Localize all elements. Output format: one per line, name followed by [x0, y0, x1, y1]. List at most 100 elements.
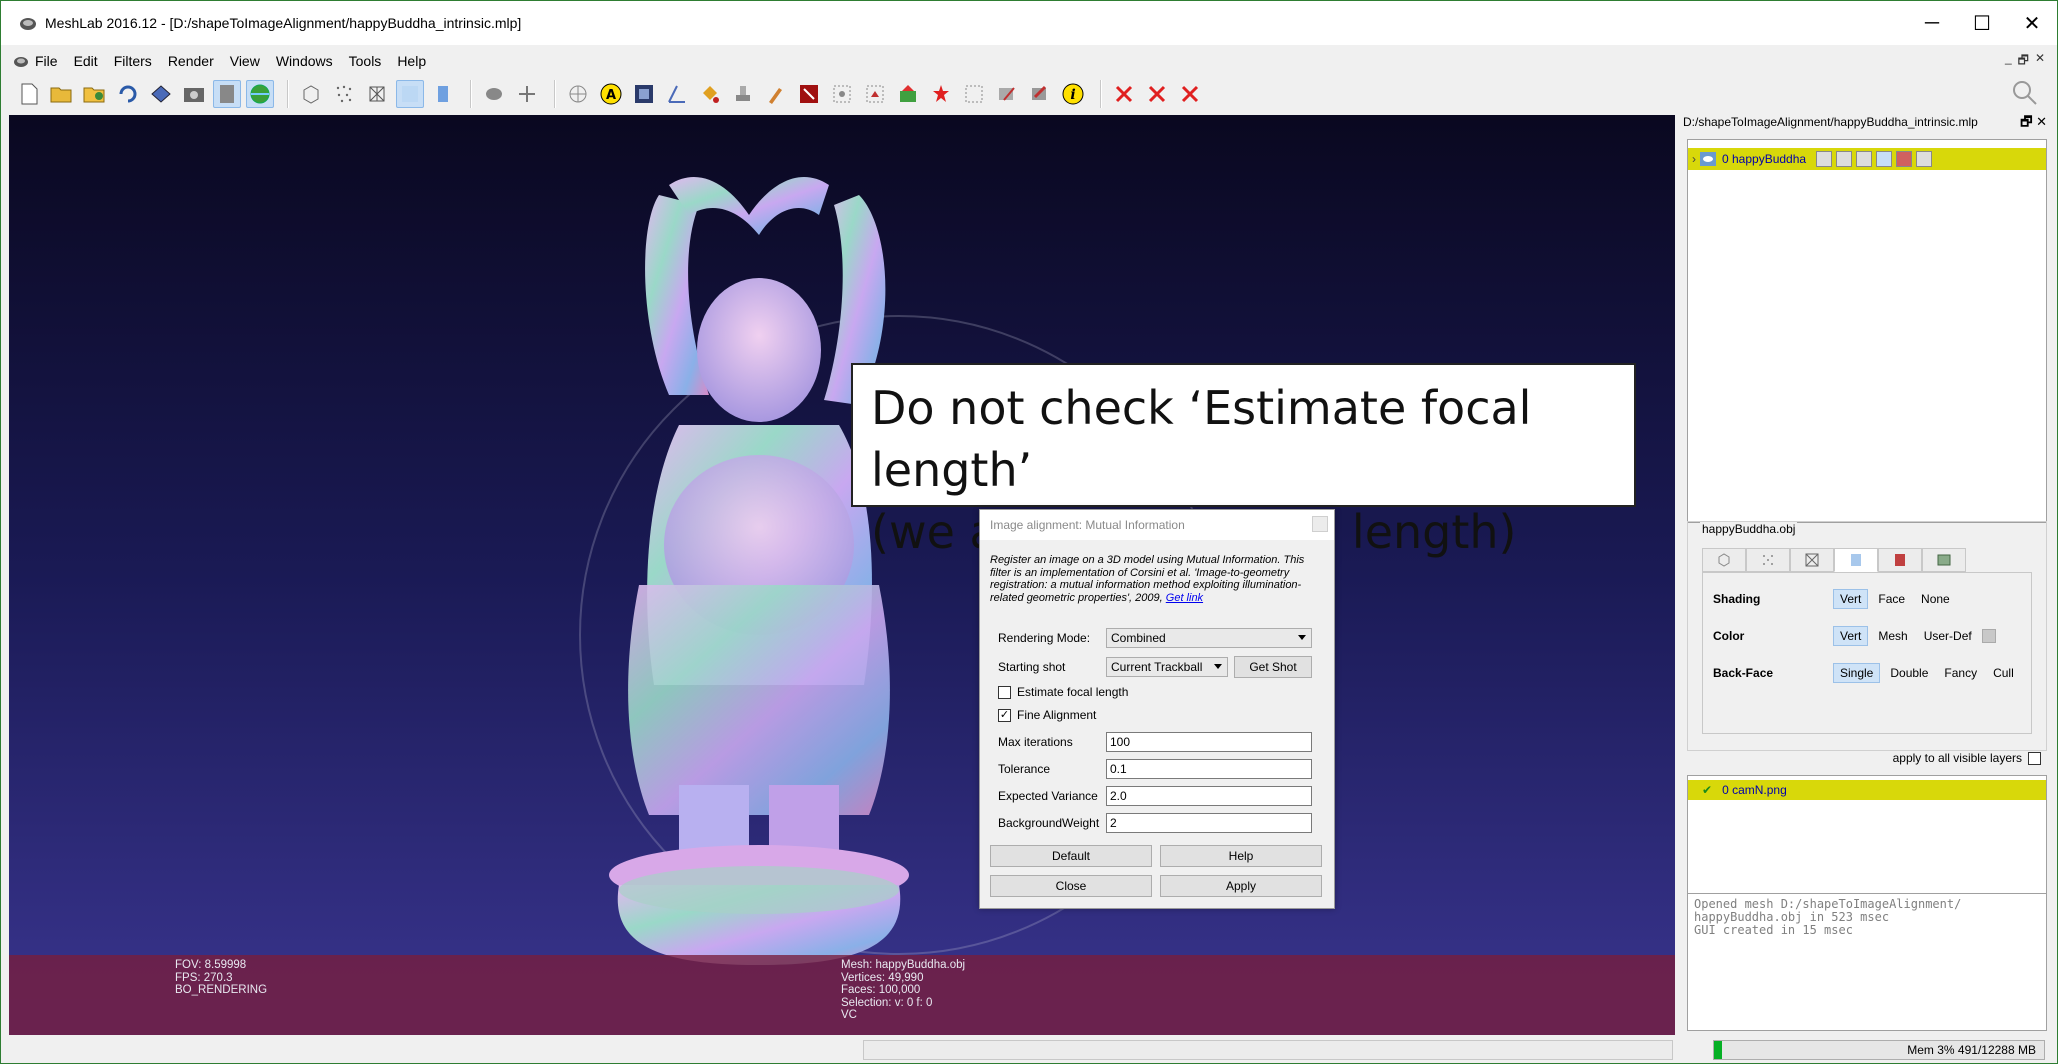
paint-bucket-icon[interactable] [696, 80, 724, 108]
minimize-button[interactable]: ─ [1907, 1, 1957, 45]
maximize-button[interactable]: ☐ [1957, 1, 2007, 45]
color-user-def-option[interactable]: User-Def [1918, 627, 1978, 645]
import-mesh-icon[interactable] [81, 80, 109, 108]
search-icon[interactable] [2011, 79, 2039, 107]
smooth-shading-icon[interactable] [429, 80, 457, 108]
eye-icon[interactable] [1700, 152, 1716, 166]
backface-fancy-option[interactable]: Fancy [1938, 664, 1983, 682]
mdi-restore-button[interactable]: 🗗 [2018, 51, 2029, 72]
box-layer-icon[interactable] [1916, 151, 1933, 167]
shading-vert-option[interactable]: Vert [1833, 589, 1869, 609]
menu-edit[interactable]: Edit [74, 53, 98, 69]
backface-single-option[interactable]: Single [1833, 663, 1881, 683]
texture-layer-icon[interactable] [1896, 151, 1913, 167]
tab-points-icon[interactable] [1746, 548, 1790, 572]
flat-shading-icon[interactable] [396, 80, 424, 108]
apply-all-checkbox[interactable] [2028, 751, 2041, 765]
menu-file[interactable]: File [35, 53, 58, 69]
select-vertices-icon[interactable] [828, 80, 856, 108]
color-mesh-option[interactable]: Mesh [1872, 627, 1913, 645]
tab-bbox-icon[interactable] [1702, 548, 1746, 572]
select-connected-icon[interactable] [861, 80, 889, 108]
menu-filters[interactable]: Filters [114, 53, 152, 69]
menu-windows[interactable]: Windows [276, 53, 333, 69]
trackball-icon[interactable] [564, 80, 592, 108]
annotation-a-icon[interactable]: A [597, 80, 625, 108]
shading-none-option[interactable]: None [1915, 590, 1956, 608]
snapshot-icon[interactable] [180, 80, 208, 108]
edit-raster-icon[interactable] [993, 80, 1021, 108]
select-faces-icon[interactable] [795, 80, 823, 108]
wireframe-icon[interactable] [363, 80, 391, 108]
background-weight-input[interactable]: 2 [1106, 813, 1312, 833]
rendering-mode-select[interactable]: Combined [1106, 628, 1312, 648]
get-shot-button[interactable]: Get Shot [1234, 656, 1312, 678]
get-link[interactable]: Get link [1166, 592, 1203, 604]
document-icon[interactable] [13, 53, 29, 69]
shade-layer-icon[interactable] [1876, 151, 1893, 167]
tab-solid-icon[interactable] [1834, 548, 1878, 572]
brush-icon[interactable] [762, 80, 790, 108]
menu-tools[interactable]: Tools [349, 53, 382, 69]
help-button[interactable]: Help [1160, 845, 1322, 867]
menu-view[interactable]: View [230, 53, 260, 69]
estimate-focal-checkbox[interactable] [998, 685, 1011, 699]
stamp-icon[interactable] [729, 80, 757, 108]
georef-icon[interactable] [927, 80, 955, 108]
raster-layer-row[interactable]: ✔ 0 camN.png [1688, 780, 2046, 800]
max-iterations-input[interactable]: 100 [1106, 732, 1312, 752]
export-mesh-icon[interactable] [147, 80, 175, 108]
color-vert-option[interactable]: Vert [1833, 626, 1869, 646]
axis-icon[interactable] [513, 80, 541, 108]
align-icon[interactable] [894, 80, 922, 108]
points-icon[interactable] [330, 80, 358, 108]
new-project-icon[interactable] [15, 80, 43, 108]
chevron-down-icon [1298, 635, 1306, 640]
mdi-minimize-button[interactable]: _ [2005, 51, 2012, 72]
mdi-close-button[interactable]: ✕ [2035, 51, 2045, 72]
default-button[interactable]: Default [990, 845, 1152, 867]
lighting-icon[interactable] [480, 80, 508, 108]
globe-icon[interactable] [246, 80, 274, 108]
paint-raster-icon[interactable] [1026, 80, 1054, 108]
bbox-layer-icon[interactable] [1816, 151, 1833, 167]
expand-chevron-icon[interactable]: › [1692, 152, 1696, 166]
starting-shot-select[interactable]: Current Trackball [1106, 657, 1228, 677]
shading-row: Shading Vert Face None [1713, 589, 1960, 609]
backface-double-option[interactable]: Double [1884, 664, 1934, 682]
fine-alignment-checkbox[interactable]: ✓ [998, 708, 1011, 722]
open-project-icon[interactable] [48, 80, 76, 108]
mesh-layer-row[interactable]: › 0 happyBuddha [1688, 148, 2046, 170]
3d-viewport[interactable]: FOV: 8.59998 FPS: 270.3 BO_RENDERING Mes… [9, 115, 1675, 1035]
measure-icon[interactable] [663, 80, 691, 108]
tab-wireframe-icon[interactable] [1790, 548, 1834, 572]
reload-icon[interactable] [114, 80, 142, 108]
layer-toggle-icon[interactable] [213, 80, 241, 108]
shading-face-option[interactable]: Face [1872, 590, 1911, 608]
tab-texture-icon[interactable] [1878, 548, 1922, 572]
info-icon[interactable]: i [1059, 80, 1087, 108]
menu-help[interactable]: Help [397, 53, 426, 69]
delete-selection-icon[interactable] [1110, 80, 1138, 108]
tolerance-input[interactable]: 0.1 [1106, 759, 1312, 779]
layer-panel-controls[interactable]: 🗗 ✕ [2020, 113, 2047, 135]
close-window-button[interactable]: ✕ [2007, 1, 2057, 45]
expected-variance-input[interactable]: 2.0 [1106, 786, 1312, 806]
delete-faces-icon[interactable] [1143, 80, 1171, 108]
dialog-close-icon[interactable] [1312, 516, 1328, 532]
apply-button[interactable]: Apply [1160, 875, 1322, 897]
checkmark-icon[interactable]: ✔ [1702, 783, 1712, 797]
select-region-icon[interactable] [960, 80, 988, 108]
points-layer-icon[interactable] [1836, 151, 1853, 167]
wire-layer-icon[interactable] [1856, 151, 1873, 167]
color-swatch[interactable] [1981, 629, 1996, 643]
tab-box-icon[interactable] [1922, 548, 1966, 572]
delete-vertices-icon[interactable] [1176, 80, 1204, 108]
menu-render[interactable]: Render [168, 53, 214, 69]
raster-icon[interactable] [630, 80, 658, 108]
bounding-box-icon[interactable] [297, 80, 325, 108]
dialog-title-bar[interactable]: Image alignment: Mutual Information [980, 510, 1334, 540]
close-button[interactable]: Close [990, 875, 1152, 897]
vertices-label: Vertices: 49,990 [841, 971, 924, 984]
backface-cull-option[interactable]: Cull [1987, 664, 2020, 682]
